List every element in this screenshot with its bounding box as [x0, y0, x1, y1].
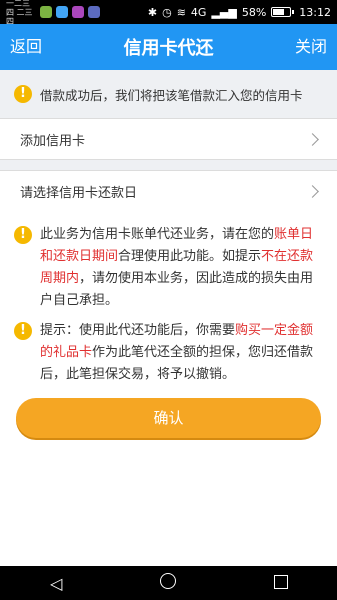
notice-1-part-2: 合理使用此功能。如提示 [118, 249, 262, 264]
system-nav-bar: ◁ [0, 566, 337, 600]
status-left: 一二三四 二三四 [6, 0, 100, 26]
network-type-label: 4G [190, 5, 207, 19]
chevron-right-icon [306, 132, 319, 146]
notice-1-text: 此业务为信用卡账单代还业务，请在您的账单日和还款日期间合理使用此功能。如提示不在… [40, 224, 324, 312]
battery-tip [292, 10, 295, 14]
notice-1-part-3: ，请勿使用本业务，因此造成的损失由用户自己承担。 [40, 271, 314, 308]
notice-2-part-1: 提示：使用此代还功能后，你需要 [40, 323, 236, 338]
confirm-button[interactable]: 确认 [16, 398, 321, 438]
wifi-icon: ≋ [176, 5, 186, 19]
notice-paragraph-2: ! 提示：使用此代还功能后，你需要购买一定金额的礼品卡作为此笔代还全额的担保，您… [14, 320, 324, 386]
home-circle-icon[interactable] [148, 573, 188, 593]
clock: 13:12 [299, 5, 331, 19]
carrier-label: 一二三四 二三四 [6, 0, 33, 26]
app-notification-icon [56, 6, 68, 18]
app-notification-icon [40, 6, 52, 18]
back-triangle-icon[interactable]: ◁ [36, 574, 76, 593]
top-notice: ! 借款成功后，我们将把该笔借款汇入您的信用卡 [0, 70, 337, 118]
bluetooth-icon: ✱ [147, 5, 158, 19]
warning-icon: ! [14, 322, 32, 340]
choose-date-label: 请选择信用卡还款日 [20, 185, 138, 201]
chevron-right-icon [306, 184, 319, 198]
battery-percent: 58% [241, 5, 267, 19]
warning-icon: ! [14, 85, 32, 103]
notice-box: ! 此业务为信用卡账单代还业务，请在您的账单日和还款日期间合理使用此功能。如提示… [0, 210, 337, 570]
signal-icon: ▂▄▆ [211, 5, 237, 19]
notice-paragraph-1: ! 此业务为信用卡账单代还业务，请在您的账单日和还款日期间合理使用此功能。如提示… [14, 224, 324, 312]
alarm-icon: ◷ [162, 5, 172, 19]
app-notification-icon [72, 6, 84, 18]
recents-square-icon[interactable] [261, 574, 301, 593]
add-card-row[interactable]: 添加信用卡 [0, 118, 337, 160]
navbar: 返回 信用卡代还 关闭 [0, 24, 337, 70]
warning-icon: ! [14, 226, 32, 244]
choose-date-row[interactable]: 请选择信用卡还款日 [0, 170, 337, 212]
status-right: ✱ ◷ ≋ 4G ▂▄▆ 58% 13:12 [148, 6, 331, 19]
notice-2-text: 提示：使用此代还功能后，你需要购买一定金额的礼品卡作为此笔代还全额的担保，您归还… [40, 320, 324, 386]
status-bar: 一二三四 二三四 ✱ ◷ ≋ 4G ▂▄▆ 58% 13:12 [0, 0, 337, 26]
app-notification-icon [88, 6, 100, 18]
battery-icon [271, 7, 292, 17]
close-button[interactable]: 关闭 [285, 24, 337, 70]
notice-1-part-1: 此业务为信用卡账单代还业务，请在您的 [40, 227, 275, 242]
back-button[interactable]: 返回 [0, 24, 52, 70]
add-card-label: 添加信用卡 [20, 133, 86, 149]
top-notice-text: 借款成功后，我们将把该笔借款汇入您的信用卡 [40, 87, 303, 103]
